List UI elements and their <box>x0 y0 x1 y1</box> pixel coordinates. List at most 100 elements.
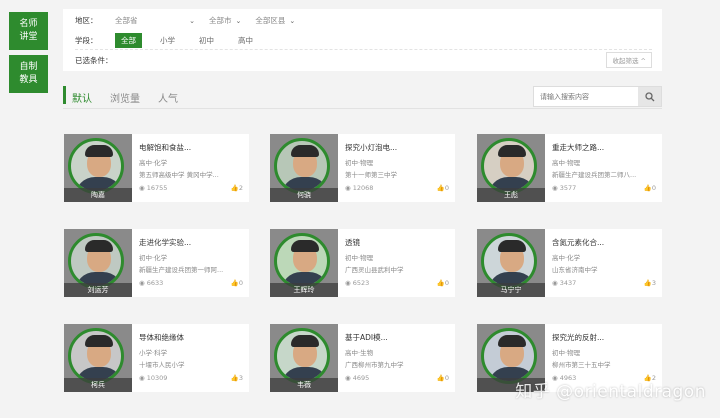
region-label: 地区： <box>75 16 98 25</box>
view-count: ◉ 3577 <box>552 184 577 192</box>
course-card[interactable]: 王辉玲 透镜 初中·物理 广西灵山县武利中学 ◉ 6523 👍0 <box>270 229 455 297</box>
teacher-avatar <box>481 328 537 384</box>
course-school: 新疆生产建设兵团第二师八... <box>552 171 637 179</box>
sidebar-item-teaching-aids[interactable]: 自制教具 <box>9 55 48 93</box>
course-subject: 初中·化学 <box>139 254 168 262</box>
collapse-filter-button[interactable]: 收起筛选 ^ <box>606 52 652 68</box>
thumb-up-icon: 👍 <box>436 374 445 382</box>
thumb-up-icon: 👍 <box>436 279 445 287</box>
course-card[interactable]: 王彪 重走大师之路... 高中·物理新疆生产建设兵团第二师八... ◉ 3577 👍0 <box>477 134 662 202</box>
tab-default[interactable]: 默认 <box>72 90 92 105</box>
teacher-thumbnail[interactable]: 王辉玲 <box>270 229 338 297</box>
view-count: ◉ 3437 <box>552 279 577 287</box>
course-subject: 小学·科学 <box>139 349 168 357</box>
teacher-avatar <box>274 328 330 384</box>
like-count[interactable]: 👍2 <box>231 184 243 192</box>
sidebar-item-label: 自制教具 <box>19 62 38 85</box>
thumb-up-icon: 👍 <box>436 184 445 192</box>
sidebar-item-famous-teacher[interactable]: 名师讲堂 <box>9 12 48 50</box>
teacher-thumbnail[interactable]: 刘运芳 <box>64 229 132 297</box>
view-count: ◉ 4695 <box>345 374 370 382</box>
teacher-thumbnail[interactable]: 何骁 <box>270 134 338 202</box>
chevron-down-icon: ⌄ <box>235 16 242 25</box>
eye-icon: ◉ <box>345 279 351 287</box>
filter-divider <box>75 49 652 50</box>
province-select[interactable]: 全部省 ⌄ <box>115 15 195 26</box>
search-button[interactable] <box>638 87 661 106</box>
like-count[interactable]: 👍0 <box>437 184 449 192</box>
teacher-thumbnail[interactable]: 王彪 <box>477 134 545 202</box>
like-count[interactable]: 👍3 <box>644 279 656 287</box>
course-subject: 高中·化学 <box>552 254 581 262</box>
district-select[interactable]: 全部区县 ⌄ <box>255 15 295 26</box>
stage-option-junior[interactable]: 初中 <box>193 33 220 48</box>
stage-option-senior[interactable]: 高中 <box>232 33 259 48</box>
teacher-name: 柯兵 <box>64 378 132 392</box>
course-title[interactable]: 探究光的反射... <box>552 332 656 343</box>
course-title[interactable]: 含氮元素化合... <box>552 237 656 248</box>
course-school: 柳州市第三十五中学 <box>552 361 611 369</box>
sort-tabs: 默认 浏览量 人气 <box>72 90 196 105</box>
course-title[interactable]: 透镜 <box>345 237 449 248</box>
course-subject: 高中·物理 <box>552 159 581 167</box>
city-select[interactable]: 全部市 ⌄ <box>209 15 241 26</box>
like-count[interactable]: 👍0 <box>437 279 449 287</box>
sidebar-item-label: 名师讲堂 <box>19 19 38 42</box>
like-count[interactable]: 👍0 <box>231 279 243 287</box>
teacher-avatar <box>481 233 537 289</box>
teacher-name: 马宁宁 <box>477 283 545 297</box>
chevron-down-icon: ⌄ <box>289 16 296 25</box>
tab-views[interactable]: 浏览量 <box>110 90 140 105</box>
teacher-avatar <box>274 233 330 289</box>
course-title[interactable]: 导体和绝缘体 <box>139 332 243 343</box>
course-card[interactable]: 何骁 探究小灯泡电... 初中·物理 第十一师第三中学 ◉ 12068 👍0 <box>270 134 455 202</box>
watermark: 知乎 @orientaldragon <box>515 382 706 402</box>
teacher-name: 刘运芳 <box>64 283 132 297</box>
eye-icon: ◉ <box>139 374 145 382</box>
stage-option-all[interactable]: 全部 <box>115 33 142 48</box>
teacher-thumbnail[interactable]: 马宁宁 <box>477 229 545 297</box>
course-card[interactable]: 柯兵 导体和绝缘体 小学·科学 十堰市人民小学 ◉ 10309 👍3 <box>64 324 249 392</box>
chevron-down-icon: ⌄ <box>189 16 195 25</box>
course-school: 新疆生产建设兵团第一师阿... <box>139 266 224 274</box>
course-school: 第十一师第三中学 <box>345 171 397 179</box>
teacher-thumbnail[interactable]: 韦薇 <box>270 324 338 392</box>
teacher-thumbnail[interactable]: 陶嘉 <box>64 134 132 202</box>
view-count: ◉ 12068 <box>345 184 374 192</box>
course-school: 十堰市人民小学 <box>139 361 185 369</box>
eye-icon: ◉ <box>552 279 558 287</box>
search-input[interactable] <box>534 87 639 106</box>
search-icon <box>645 91 655 101</box>
course-card[interactable]: 马宁宁 含氮元素化合... 高中·化学 山东省济南中学 ◉ 3437 👍3 <box>477 229 662 297</box>
course-title[interactable]: 探究小灯泡电... <box>345 142 449 153</box>
teacher-name: 王辉玲 <box>270 283 338 297</box>
tab-popularity[interactable]: 人气 <box>158 90 178 105</box>
course-title[interactable]: 重走大师之路... <box>552 142 656 153</box>
course-title[interactable]: 电解饱和食盐... <box>139 142 243 153</box>
course-subject: 高中·生物 <box>345 349 374 357</box>
view-count: ◉ 6523 <box>345 279 370 287</box>
course-card[interactable]: 陶嘉 电解饱和食盐... 高中·化学 第五师高级中学 黄冈中学... ◉ 16755 👍2 <box>64 134 249 202</box>
teacher-avatar <box>274 138 330 194</box>
eye-icon: ◉ <box>345 374 351 382</box>
course-card[interactable]: 刘运芳 走进化学实验... 初中·化学新疆生产建设兵团第一师阿... ◉ 6633 👍0 <box>64 229 249 297</box>
like-count[interactable]: 👍0 <box>437 374 449 382</box>
view-count: ◉ 16755 <box>139 184 168 192</box>
thumb-up-icon: 👍 <box>643 184 652 192</box>
teacher-name: 韦薇 <box>270 378 338 392</box>
view-count: ◉ 6633 <box>139 279 164 287</box>
course-card[interactable]: 韦薇 基于ADI模... 高中·生物 广西柳州市第九中学 ◉ 4695 👍0 <box>270 324 455 392</box>
like-count[interactable]: 👍3 <box>231 374 243 382</box>
eye-icon: ◉ <box>552 184 558 192</box>
eye-icon: ◉ <box>345 184 351 192</box>
eye-icon: ◉ <box>139 184 145 192</box>
course-title[interactable]: 走进化学实验... <box>139 237 243 248</box>
thumb-up-icon: 👍 <box>230 184 239 192</box>
course-title[interactable]: 基于ADI模... <box>345 332 449 343</box>
teacher-name: 王彪 <box>477 188 545 202</box>
teacher-avatar <box>68 233 124 289</box>
stage-option-primary[interactable]: 小学 <box>154 33 181 48</box>
teacher-name: 陶嘉 <box>64 188 132 202</box>
like-count[interactable]: 👍0 <box>644 184 656 192</box>
teacher-thumbnail[interactable]: 柯兵 <box>64 324 132 392</box>
